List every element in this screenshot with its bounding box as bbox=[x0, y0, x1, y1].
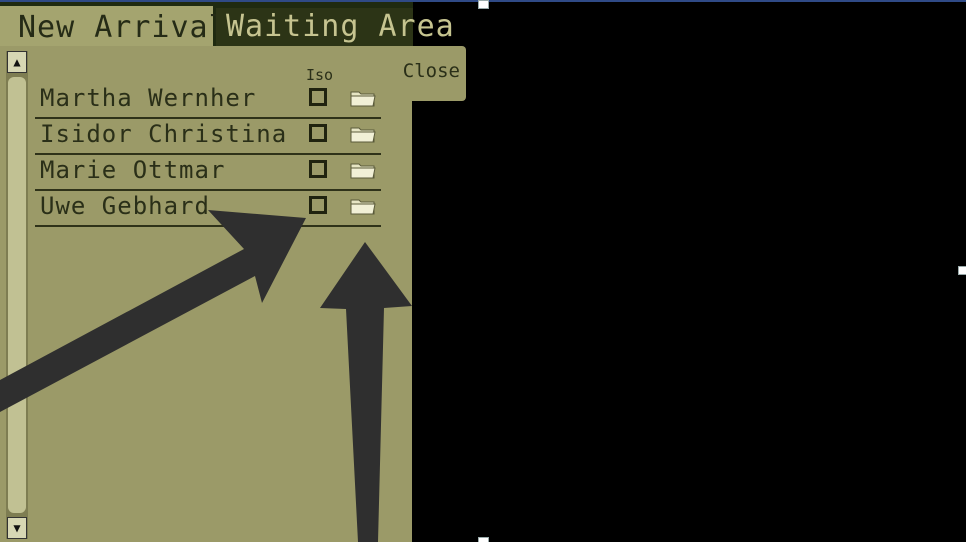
scroll-up-button[interactable]: ▲ bbox=[7, 51, 27, 73]
resize-handle-top[interactable] bbox=[478, 0, 489, 9]
iso-checkbox[interactable] bbox=[309, 124, 327, 142]
patient-name: Isidor Christina bbox=[40, 120, 288, 148]
folder-icon[interactable] bbox=[350, 125, 376, 143]
vertical-scrollbar[interactable]: ▲ ▼ bbox=[6, 51, 28, 539]
tab-bar: New Arrivals Waiting Area bbox=[0, 2, 454, 48]
screen: New Arrivals Waiting Area Close ▲ ▼ Iso … bbox=[0, 0, 966, 542]
scroll-down-arrow-icon: ▼ bbox=[13, 521, 21, 535]
resize-handle-bottom[interactable] bbox=[478, 537, 489, 542]
iso-checkbox[interactable] bbox=[309, 88, 327, 106]
tab-waiting-area[interactable]: Waiting Area bbox=[216, 8, 454, 46]
folder-icon[interactable] bbox=[350, 161, 376, 179]
folder-icon[interactable] bbox=[350, 89, 376, 107]
patient-row[interactable]: Marie Ottmar bbox=[35, 154, 381, 191]
patient-row[interactable]: Martha Wernher bbox=[35, 82, 381, 119]
patient-row[interactable]: Isidor Christina bbox=[35, 118, 381, 155]
folder-icon[interactable] bbox=[350, 197, 376, 215]
tab-new-arrivals[interactable]: New Arrivals bbox=[0, 6, 246, 48]
scroll-up-arrow-icon: ▲ bbox=[13, 55, 21, 69]
resize-handle-right[interactable] bbox=[958, 266, 966, 275]
scroll-down-button[interactable]: ▼ bbox=[7, 517, 27, 539]
iso-checkbox[interactable] bbox=[309, 160, 327, 178]
patient-row[interactable]: Uwe Gebhard bbox=[35, 190, 381, 227]
patient-name: Uwe Gebhard bbox=[40, 192, 210, 220]
close-button[interactable]: Close bbox=[398, 46, 466, 101]
patient-name: Marie Ottmar bbox=[40, 156, 226, 184]
scroll-thumb[interactable] bbox=[8, 77, 26, 513]
iso-checkbox[interactable] bbox=[309, 196, 327, 214]
patient-name: Martha Wernher bbox=[40, 84, 257, 112]
